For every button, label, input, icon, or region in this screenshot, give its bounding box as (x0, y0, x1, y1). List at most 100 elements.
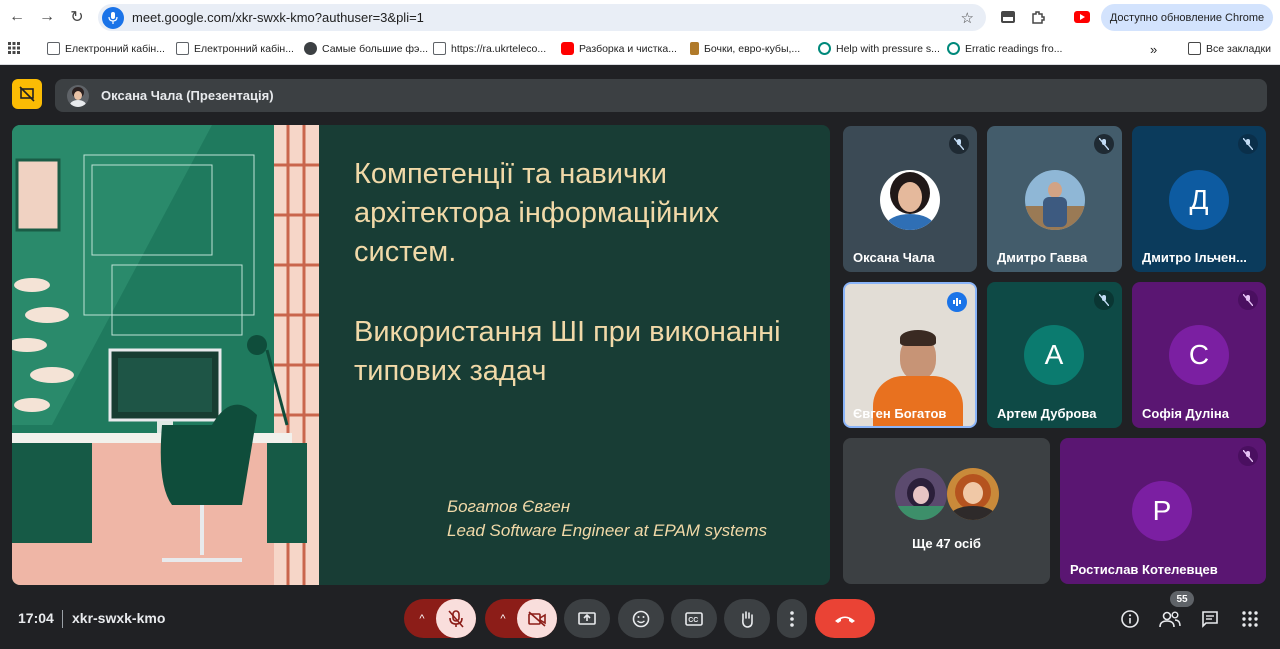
bookmark-star-icon[interactable]: ☆ (961, 9, 974, 27)
extensions-icon[interactable] (1028, 7, 1048, 27)
letter-avatar: С (1169, 325, 1229, 385)
mic-icon[interactable] (102, 6, 124, 29)
present-icon (578, 611, 596, 625)
participant-name: Євген Богатов (853, 406, 947, 421)
participant-name: Дмитро Ільчен... (1142, 250, 1247, 265)
captions-button[interactable]: CC (671, 599, 717, 638)
bookmark-item[interactable]: Help with pressure s... (818, 42, 940, 55)
mic-off-icon (1094, 290, 1114, 310)
participant-tile[interactable]: Д Дмитро Ільчен... (1132, 126, 1266, 272)
bookmark-item[interactable]: Електронний кабін... (47, 42, 165, 55)
participant-name: Дмитро Гавва (997, 250, 1088, 265)
participant-tile-active-speaker[interactable]: Євген Богатов (843, 282, 977, 428)
address-bar[interactable]: meet.google.com/xkr-swxk-kmo?authuser=3&… (98, 4, 986, 31)
camera-toggle-button[interactable] (517, 599, 557, 638)
presenter-name: Оксана Чала (Презентація) (101, 88, 274, 103)
camera-control: ^ (485, 599, 557, 638)
slide-title: Компетенції та навички архітектора інфор… (354, 158, 719, 268)
activities-icon[interactable] (1236, 605, 1264, 633)
presenter-banner: Оксана Чала (Презентація) (55, 79, 1267, 112)
mic-off-icon (1238, 290, 1258, 310)
forward-icon[interactable]: → (32, 2, 62, 32)
people-icon[interactable] (1156, 605, 1184, 633)
others-count: Ще 47 осіб (912, 536, 981, 551)
reactions-button[interactable] (618, 599, 664, 638)
participant-name: Оксана Чала (853, 250, 935, 265)
participant-count-badge: 55 (1170, 591, 1194, 607)
letter-avatar: А (1024, 325, 1084, 385)
bookmark-item[interactable]: Самые большие фэ... (304, 42, 428, 55)
present-screen-button[interactable] (564, 599, 610, 638)
mic-off-icon (1238, 134, 1258, 154)
participant-tile[interactable]: А Артем Дуброва (987, 282, 1122, 428)
page-icon (176, 42, 189, 55)
bookmark-item[interactable]: Електронний кабін... (176, 42, 294, 55)
mic-toggle-button[interactable] (436, 599, 476, 638)
call-end-icon (835, 616, 855, 623)
more-options-button[interactable] (777, 599, 807, 638)
reload-icon[interactable]: ↻ (62, 2, 92, 32)
all-bookmarks[interactable]: Все закладки (1188, 42, 1271, 55)
youtube-extension-icon[interactable] (1072, 7, 1092, 27)
more-vert-icon (790, 610, 794, 627)
participant-name: Ростислав Котелевцев (1070, 562, 1218, 577)
bookmark-label: Erratic readings fro... (965, 42, 1063, 55)
chrome-update-button[interactable]: Доступно обновление Chrome (1101, 4, 1273, 31)
slide-author-block: Богатов Євген Lead Software Engineer at … (447, 495, 767, 543)
bookmark-label: Електронний кабін... (194, 42, 294, 55)
chat-icon[interactable] (1196, 605, 1224, 633)
hand-icon (742, 610, 753, 628)
media-icon[interactable] (998, 7, 1018, 27)
back-icon[interactable]: ← (2, 2, 32, 32)
mic-control: ^ (404, 599, 476, 638)
bookmark-label: Бочки, евро-кубы,... (704, 42, 801, 55)
url-text: meet.google.com/xkr-swxk-kmo?authuser=3&… (132, 10, 424, 25)
presenter-avatar (67, 84, 89, 107)
avatar (1025, 170, 1085, 230)
slide-illustration (12, 125, 319, 585)
bookmark-item[interactable]: Бочки, евро-кубы,... (690, 42, 800, 55)
more-bookmarks-icon[interactable]: » (1150, 42, 1157, 57)
participant-tile[interactable]: Дмитро Гавва (987, 126, 1122, 272)
youtube-icon (561, 42, 574, 55)
participant-tile[interactable]: С Софія Дуліна (1132, 282, 1266, 428)
mic-off-icon (1238, 446, 1258, 466)
meeting-info-icon[interactable] (1116, 605, 1144, 633)
presentation-off-icon[interactable] (12, 79, 42, 109)
all-bookmarks-label: Все закладки (1206, 42, 1271, 55)
participant-name: Артем Дуброва (997, 406, 1097, 421)
avatar (895, 468, 947, 520)
mic-off-icon (448, 609, 464, 628)
avatar (880, 170, 940, 230)
slide-subtitle: Використання ШІ при виконанні типових за… (354, 316, 781, 387)
apps-icon[interactable] (8, 42, 20, 54)
page-icon (47, 42, 60, 55)
divider (62, 610, 63, 628)
letter-avatar: Д (1169, 170, 1229, 230)
bookmarks-bar: Електронний кабін... Електронний кабін..… (0, 35, 1280, 65)
bookmark-label: Разборка и чистка... (579, 42, 677, 55)
meeting-controls-bar: 17:04 xkr-swxk-kmo ^ ^ CC (0, 592, 1280, 649)
bookmark-item[interactable]: Разборка и чистка... (561, 42, 677, 55)
avatar (947, 468, 999, 520)
letter-avatar: Р (1132, 481, 1192, 541)
bookmark-label: https://ra.ukrteleco... (451, 42, 547, 55)
mic-options-chevron-icon[interactable]: ^ (404, 599, 440, 638)
bookmark-item[interactable]: https://ra.ukrteleco... (433, 42, 546, 55)
forum-icon (947, 42, 960, 55)
leave-call-button[interactable] (815, 599, 875, 638)
meeting-code: xkr-swxk-kmo (72, 610, 166, 626)
participant-tile[interactable]: Оксана Чала (843, 126, 977, 272)
participant-tile[interactable]: Р Ростислав Котелевцев (1060, 438, 1266, 584)
speaking-indicator-icon (947, 292, 967, 312)
raise-hand-button[interactable] (724, 599, 770, 638)
others-tile[interactable]: Ще 47 осіб (843, 438, 1050, 584)
bookmark-item[interactable]: Erratic readings fro... (947, 42, 1062, 55)
emoji-icon (632, 610, 650, 627)
mic-off-icon (949, 134, 969, 154)
svg-text:CC: CC (688, 617, 698, 624)
captions-icon: CC (685, 611, 703, 626)
clock: 17:04 (18, 610, 54, 626)
camera-options-chevron-icon[interactable]: ^ (485, 599, 521, 638)
bookmark-label: Електронний кабін... (65, 42, 165, 55)
